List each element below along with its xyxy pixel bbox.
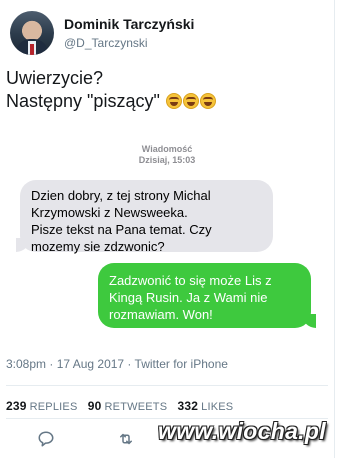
incoming-message-line: Krzymowski z Newsweeka. [31,205,188,220]
replies-stat[interactable]: 239 REPLIES [6,399,78,413]
retweets-label: RETWEETS [104,401,168,413]
face-with-tears-of-joy-icon [199,93,216,109]
sms-header-title: Wiadomość [141,144,193,154]
likes-stat[interactable]: 332 LIKES [177,399,234,413]
avatar-tie [30,44,34,55]
incoming-message-line: Dzien dobry, z tej strony Michal [31,188,211,203]
replies-label: REPLIES [29,401,78,413]
incoming-message-bubble: Dzien dobry, z tej strony Michal Krzymow… [16,180,273,254]
replies-count: 239 [6,399,27,413]
face-with-tears-of-joy-icon [182,93,199,109]
divider [6,385,328,386]
likes-label: LIKES [201,401,234,413]
reply-icon[interactable] [37,430,55,448]
outgoing-message-line: Kingą Rusin. Ja z Wami nie [109,290,268,305]
sms-screenshot-image[interactable]: Wiadomość Dzisiaj, 15:03 Dzien dobry, z … [6,138,328,344]
likes-count: 332 [177,399,199,413]
outgoing-message-line: rozmawiam. Won! [109,307,213,322]
outgoing-message-line: Zadzwonić to się może Lis z [109,273,272,288]
tweet-timestamp[interactable]: 3:08pm · 17 Aug 2017 · Twitter for iPhon… [6,357,228,371]
sms-header-time: Dzisiaj, 15:03 [138,155,196,165]
tweet-text: Uwierzycie? Następny "piszący" [6,67,216,113]
incoming-message-line: mozemy sie zdzwonic? [31,239,165,254]
tweet-text-line-with-emoji: Następny "piszący" [6,90,216,113]
tweet-stats: 239 REPLIES 90 RETWEETS 332 LIKES [6,399,240,413]
watermark: www.wiocha.pl [158,418,326,444]
tweet-text-line: Następny "piszący" [6,91,160,111]
tweet-card: Dominik Tarczyński @D_Tarczynski Uwierzy… [0,0,335,458]
retweets-stat[interactable]: 90 RETWEETS [87,399,168,413]
avatar[interactable] [10,11,54,55]
incoming-message-line: Pisze tekst na Pana temat. Czy [31,222,212,237]
retweet-icon[interactable] [117,430,135,448]
outgoing-message-bubble: Zadzwonić to się może Lis z Kingą Rusin.… [98,263,316,328]
author-name[interactable]: Dominik Tarczyński [64,16,194,32]
tweet-text-line: Uwierzycie? [6,68,104,88]
retweets-count: 90 [87,399,102,413]
author-handle[interactable]: @D_Tarczynski [64,36,148,50]
face-with-tears-of-joy-icon [165,93,182,109]
